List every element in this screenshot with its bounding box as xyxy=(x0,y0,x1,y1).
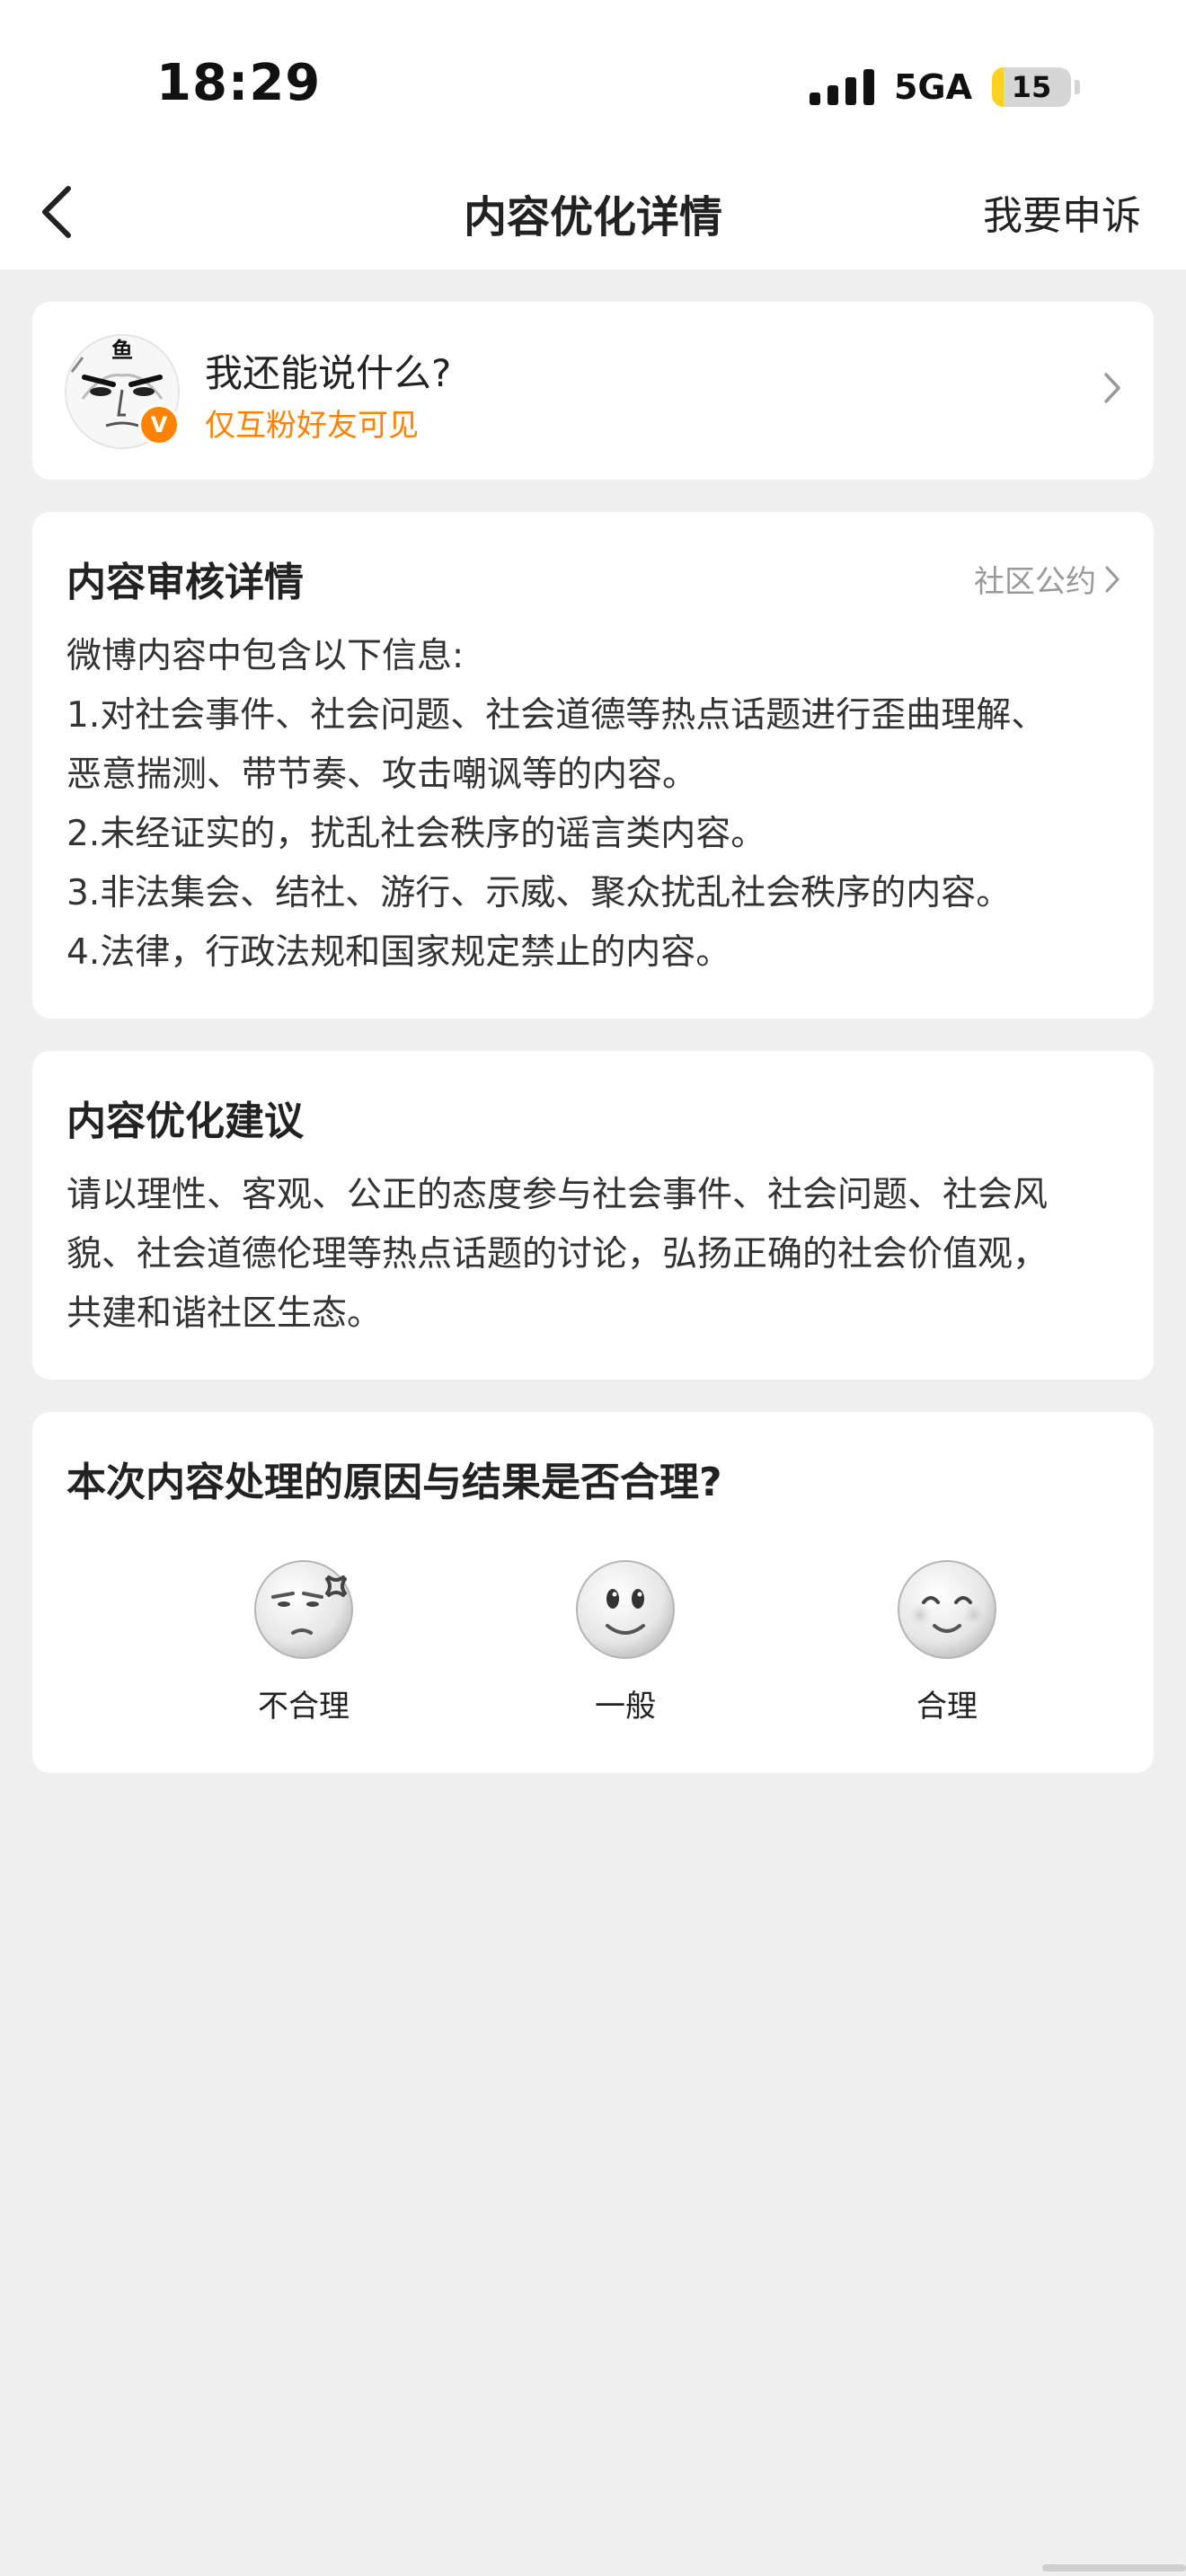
review-line: 微博内容中包含以下信息: xyxy=(66,636,465,676)
chevron-right-icon xyxy=(1105,566,1120,592)
battery-fill xyxy=(992,67,1005,107)
happy-face-icon xyxy=(898,1560,996,1659)
chevron-right-icon xyxy=(1102,370,1123,410)
battery-level: 15 xyxy=(1011,70,1052,104)
status-indicators: 5GA 15 xyxy=(809,65,1080,110)
review-line: 恶意揣测、带节奏、攻击嘲讽等的内容。 xyxy=(66,754,698,795)
review-line: 3.非法集会、结社、游行、示威、聚众扰乱社会秩序的内容。 xyxy=(66,873,1012,913)
scroll-indicator xyxy=(1042,2564,1186,2572)
review-line: 4.法律，行政法规和国家规定禁止的内容。 xyxy=(66,932,731,973)
status-time: 18:29 xyxy=(156,54,322,112)
battery-icon: 15 xyxy=(992,67,1071,107)
annoyed-face-icon xyxy=(254,1560,353,1659)
rating-option-label: 一般 xyxy=(595,1689,656,1725)
community-guidelines-label: 社区公约 xyxy=(974,564,1096,600)
advice-text: 请以理性、客观、公正的态度参与社会事件、社会问题、社会风 貌、社会道德伦理等热点… xyxy=(66,1166,1127,1344)
rating-question: 本次内容处理的原因与结果是否合理? xyxy=(66,1460,722,1505)
post-card[interactable]: 鱼 V 我还能说什么? 仅互粉好友可见 xyxy=(32,302,1154,480)
rating-option-label: 不合理 xyxy=(258,1689,350,1725)
advice-heading: 内容优化建议 xyxy=(66,1098,304,1144)
rating-option-label: 合理 xyxy=(916,1689,978,1725)
post-visibility: 仅互粉好友可见 xyxy=(205,408,419,444)
review-details-card: 内容审核详情 社区公约 微博内容中包含以下信息: 1.对社会事件、社会问题、社会… xyxy=(32,512,1154,1019)
appeal-button[interactable]: 我要申诉 xyxy=(983,183,1141,241)
cellular-signal-icon xyxy=(809,69,874,105)
advice-line: 共建和谐社区生态。 xyxy=(66,1293,383,1334)
post-title: 我还能说什么? xyxy=(205,351,452,395)
review-text: 微博内容中包含以下信息: 1.对社会事件、社会问题、社会道德等热点话题进行歪曲理… xyxy=(66,627,1127,983)
verified-badge-icon: V xyxy=(138,404,180,446)
review-heading: 内容审核详情 xyxy=(66,560,304,605)
network-type: 5GA xyxy=(893,67,972,107)
rating-option-unreasonable[interactable]: 不合理 xyxy=(196,1557,412,1725)
review-line: 2.未经证实的，扰乱社会秩序的谣言类内容。 xyxy=(66,814,766,854)
neutral-face-icon xyxy=(576,1560,675,1659)
nav-bar: 内容优化详情 我要申诉 xyxy=(0,154,1186,269)
svg-text:鱼: 鱼 xyxy=(111,337,133,363)
battery-cap xyxy=(1075,80,1080,94)
community-guidelines-link[interactable]: 社区公约 xyxy=(974,557,1121,601)
rating-option-average[interactable]: 一般 xyxy=(518,1557,733,1725)
review-line: 1.对社会事件、社会问题、社会道德等热点话题进行歪曲理解、 xyxy=(66,695,1047,736)
rating-options: 不合理 一般 合理 xyxy=(32,1557,1154,1737)
advice-line: 请以理性、客观、公正的态度参与社会事件、社会问题、社会风 xyxy=(66,1175,1049,1215)
top-bar: 18:29 5GA 15 内容优化详情 我要申诉 xyxy=(0,0,1186,269)
rating-card: 本次内容处理的原因与结果是否合理? 不合理 一般 合理 xyxy=(32,1412,1154,1773)
rating-option-reasonable[interactable]: 合理 xyxy=(839,1557,1055,1725)
optimization-advice-card: 内容优化建议 请以理性、客观、公正的态度参与社会事件、社会问题、社会风 貌、社会… xyxy=(32,1051,1154,1380)
advice-line: 貌、社会道德伦理等热点话题的讨论，弘扬正确的社会价值观， xyxy=(66,1234,1049,1275)
